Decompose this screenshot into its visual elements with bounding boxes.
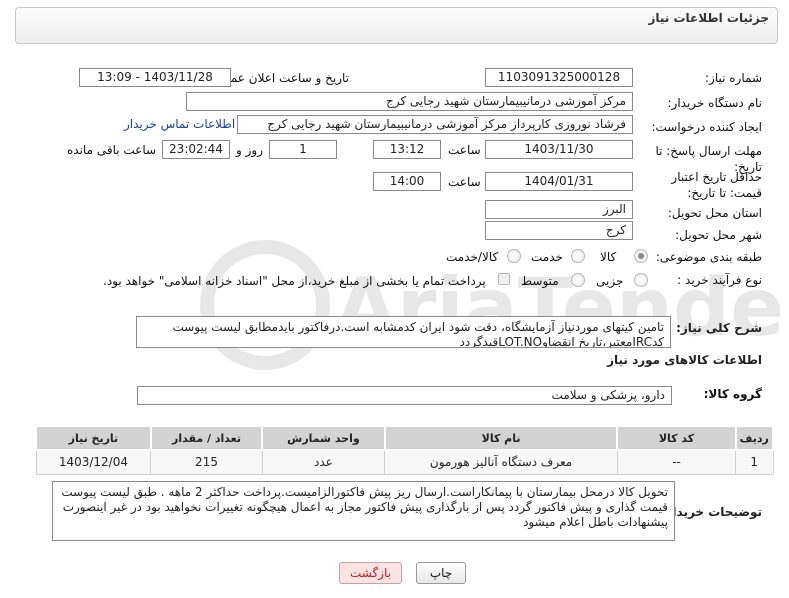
cell-name: معرف دستگاه آنالیز هورمون: [384, 449, 618, 475]
description-line-1: تامین کیتهای موردنیاز آزمایشگاه، دقت شود…: [172, 320, 664, 334]
buyer-org-label: نام دستگاه خریدار:: [667, 96, 763, 110]
back-button[interactable]: بازگشت: [339, 562, 402, 584]
items-table: ردیف کد کالا نام کالا واحد شمارش تعداد /…: [35, 425, 774, 475]
category-radio-goods-service[interactable]: [507, 249, 521, 263]
announce-datetime-field: 1403/11/28 - 13:09: [79, 68, 231, 87]
cell-quantity: 215: [150, 449, 263, 475]
buyer-notes-label: توضیحات خریدار:: [660, 505, 762, 519]
reply-time-field: 13:12: [373, 140, 441, 159]
purchase-option-medium: متوسط: [521, 274, 559, 288]
category-radio-goods[interactable]: [634, 249, 648, 263]
goods-info-title: اطلاعات کالاهای مورد نیاز: [607, 353, 762, 367]
description-line-2: کدIRCمعتبر،تاریخ انقضاوLOT.NOقیدگردد: [459, 335, 664, 348]
description-textarea: تامین کیتهای موردنیاز آزمایشگاه، دقت شود…: [136, 316, 671, 348]
price-validity-label: حداقل تاریخ اعتبار قیمت: تا تاریخ:: [671, 170, 762, 200]
remaining-time-field: 23:02:44: [162, 140, 230, 159]
col-need-date: تاریخ نیاز: [35, 425, 152, 451]
table-row: 1 -- معرف دستگاه آنالیز هورمون عدد 215 1…: [35, 449, 774, 475]
col-name: نام کالا: [383, 425, 619, 451]
category-option-goods: کالا: [600, 250, 617, 264]
need-number-label: شماره نیاز:: [705, 71, 762, 85]
need-number-field: 1103091325000128: [485, 68, 633, 87]
description-label: شرح کلی نیاز:: [676, 321, 762, 335]
goods-group-field: دارو، پزشکی و سلامت: [137, 386, 672, 405]
col-row: ردیف: [734, 425, 774, 451]
items-table-header: ردیف کد کالا نام کالا واحد شمارش تعداد /…: [35, 425, 774, 451]
creator-field: فرشاد نوروزی کارپرداز مرکز آموزشی درمانی…: [237, 115, 633, 134]
reply-days-label: روز و: [236, 143, 263, 157]
remaining-time-label: ساعت باقی مانده: [67, 143, 157, 157]
price-validity-date-field: 1404/01/31: [485, 172, 633, 191]
buyer-notes-textarea: تحویل کالا درمحل بیمارستان با پیمانکاراس…: [52, 481, 675, 541]
category-radio-service[interactable]: [571, 249, 585, 263]
col-code: کد کالا: [616, 425, 737, 451]
city-label: شهر محل تحویل:: [675, 228, 762, 242]
treasury-payment-checkbox[interactable]: [498, 273, 510, 285]
reply-days-field: 1: [269, 140, 337, 159]
goods-group-label: گروه کالا:: [703, 387, 762, 401]
purchase-radio-minor[interactable]: [634, 273, 648, 287]
cell-row: 1: [735, 449, 774, 475]
cell-need-date: 1403/12/04: [35, 449, 152, 475]
reply-date-field: 1403/11/30: [485, 140, 633, 159]
category-option-goods-service: کالا/خدمت: [446, 250, 499, 264]
buyer-contact-link[interactable]: اطلاعات تماس خریدار: [124, 117, 235, 131]
print-button[interactable]: چاپ: [416, 562, 466, 584]
page-title: جزئیات اطلاعات نیاز: [648, 11, 769, 25]
province-label: استان محل تحویل:: [667, 206, 762, 220]
purchase-option-minor: جزیی: [596, 274, 624, 288]
reply-time-label: ساعت: [448, 143, 481, 157]
purchase-radio-medium[interactable]: [571, 273, 585, 287]
cell-code: --: [616, 449, 737, 475]
col-quantity: تعداد / مقدار: [149, 425, 264, 451]
price-validity-time-label: ساعت: [448, 175, 481, 189]
city-field: کرج: [485, 221, 633, 240]
price-validity-time-field: 14:00: [373, 172, 441, 191]
province-field: البرز: [485, 200, 633, 219]
col-unit: واحد شمارش: [261, 425, 386, 451]
buyer-org-field: مرکز آموزشی درمانیبیمارستان شهید رجایی ک…: [186, 92, 633, 111]
category-label: طبقه بندی موضوعی:: [655, 250, 762, 264]
purchase-type-label: نوع فرآیند خرید :: [677, 273, 762, 287]
treasury-payment-note: پرداخت تمام یا بخشی از مبلغ خرید،از محل …: [103, 274, 486, 288]
cell-unit: عدد: [261, 449, 386, 475]
category-option-service: خدمت: [531, 250, 563, 264]
creator-label: ایجاد کننده درخواست:: [651, 120, 762, 134]
